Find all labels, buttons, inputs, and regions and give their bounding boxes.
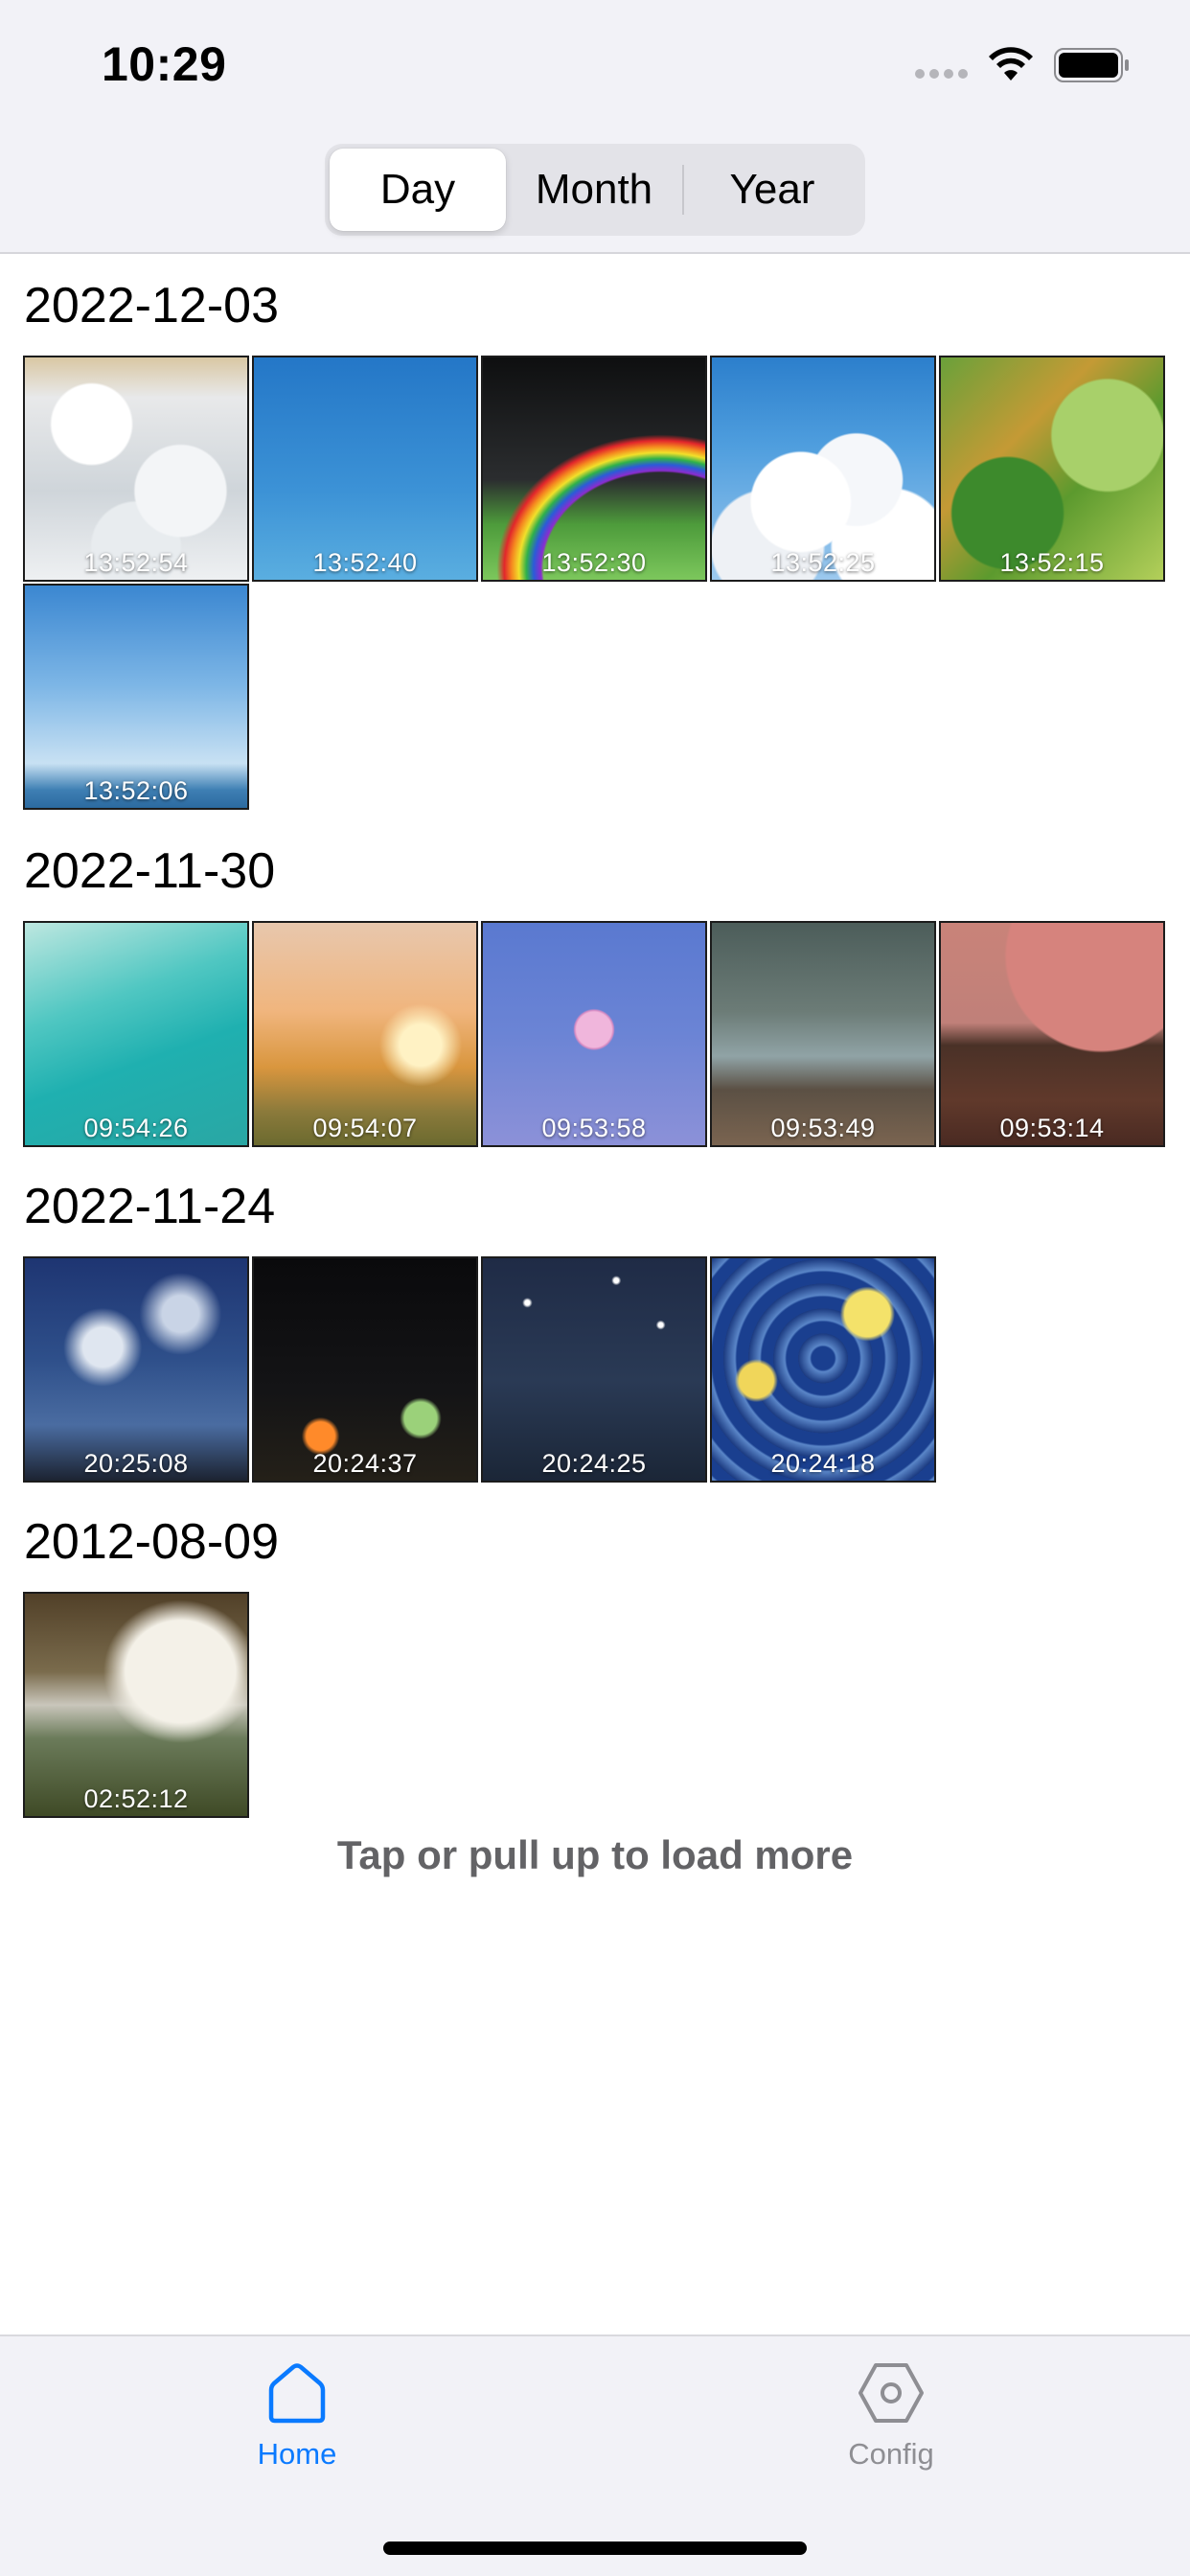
- photo-time: 13:52:30: [541, 548, 647, 577]
- battery-icon: [1054, 48, 1129, 82]
- photo-thumbnail[interactable]: 20:25:08: [23, 1256, 249, 1483]
- segment-month[interactable]: Month: [506, 149, 682, 231]
- photo-thumbnail[interactable]: 09:53:58: [481, 921, 707, 1147]
- thumbnail-grid: 09:54:26 09:54:07 09:53:58 09:53:49 09:5…: [23, 921, 1173, 1149]
- photo-thumbnail[interactable]: 09:54:07: [252, 921, 478, 1147]
- cellular-signal-icon: [915, 69, 968, 79]
- photo-thumbnail[interactable]: 13:52:25: [710, 356, 936, 582]
- group-date: 2022-12-03: [24, 278, 279, 334]
- photo-time: 20:24:25: [541, 1449, 647, 1478]
- group-date: 2012-08-09: [24, 1514, 279, 1570]
- photo-thumbnail[interactable]: 13:52:30: [481, 356, 707, 582]
- date-group: 2012-08-09 02:52:12: [0, 1492, 1190, 1820]
- segment-day[interactable]: Day: [330, 149, 506, 231]
- tab-config[interactable]: Config: [795, 2361, 987, 2472]
- photo-thumbnail[interactable]: 09:53:14: [939, 921, 1165, 1147]
- photo-thumbnail[interactable]: 20:24:25: [481, 1256, 707, 1483]
- period-segmented-control: Day Month Year: [325, 144, 865, 236]
- date-group: 2022-11-30 09:54:26 09:54:07 09:53:58 09…: [0, 821, 1190, 1149]
- photo-thumbnail[interactable]: 13:52:40: [252, 356, 478, 582]
- photo-time: 09:54:07: [312, 1114, 418, 1142]
- photo-time: 13:52:06: [83, 776, 189, 805]
- thumbnail-grid: 20:25:08 20:24:37 20:24:25 20:24:18: [23, 1256, 1173, 1484]
- date-group: 2022-11-24 20:25:08 20:24:37 20:24:25 20…: [0, 1157, 1190, 1484]
- photo-time: 09:53:14: [999, 1114, 1105, 1142]
- photo-time: 13:52:54: [83, 548, 189, 577]
- photo-thumbnail[interactable]: 20:24:37: [252, 1256, 478, 1483]
- photo-time: 13:52:25: [770, 548, 876, 577]
- photo-time: 20:24:18: [770, 1449, 876, 1478]
- tab-config-label: Config: [848, 2437, 934, 2471]
- photo-time: 09:53:58: [541, 1114, 647, 1142]
- status-time: 10:29: [102, 37, 227, 91]
- thumbnail-grid: 02:52:12: [23, 1592, 1173, 1820]
- photo-time: 09:54:26: [83, 1114, 189, 1142]
- status-bar: 10:29: [0, 0, 1190, 134]
- thumbnail-grid: 13:52:54 13:52:40 13:52:30 13:52:25 13:5…: [23, 356, 1173, 812]
- photo-thumbnail[interactable]: 13:52:06: [23, 584, 249, 810]
- photo-thumbnail[interactable]: 09:53:49: [710, 921, 936, 1147]
- wifi-icon: [989, 47, 1033, 80]
- home-indicator: [383, 2542, 807, 2555]
- photo-thumbnail[interactable]: 02:52:12: [23, 1592, 249, 1818]
- tab-bar: Home Config: [0, 2334, 1190, 2576]
- photo-time: 13:52:15: [999, 548, 1105, 577]
- header: Day Month Year: [0, 134, 1190, 254]
- photo-list[interactable]: 2022-12-03 13:52:54 13:52:40 13:52:30 13…: [0, 256, 1190, 1820]
- gear-icon: [858, 2363, 924, 2423]
- tab-home-label: Home: [257, 2437, 337, 2471]
- group-date: 2022-11-24: [24, 1179, 276, 1234]
- photo-thumbnail[interactable]: 20:24:18: [710, 1256, 936, 1483]
- photo-thumbnail[interactable]: 13:52:54: [23, 356, 249, 582]
- photo-time: 13:52:40: [312, 548, 418, 577]
- photo-time: 20:24:37: [312, 1449, 418, 1478]
- segment-year[interactable]: Year: [684, 149, 860, 231]
- screen: 10:29 Day Month Year 2022-12-03 13:52:54: [0, 0, 1190, 2576]
- group-date: 2022-11-30: [24, 843, 276, 899]
- tab-home[interactable]: Home: [201, 2361, 393, 2472]
- date-group: 2022-12-03 13:52:54 13:52:40 13:52:30 13…: [0, 256, 1190, 812]
- photo-thumbnail[interactable]: 13:52:15: [939, 356, 1165, 582]
- home-icon: [268, 2363, 326, 2424]
- photo-time: 09:53:49: [770, 1114, 876, 1142]
- photo-thumbnail[interactable]: 09:54:26: [23, 921, 249, 1147]
- load-more-button[interactable]: Tap or pull up to load more: [0, 1832, 1190, 1878]
- photo-time: 02:52:12: [83, 1784, 189, 1813]
- photo-time: 20:25:08: [83, 1449, 189, 1478]
